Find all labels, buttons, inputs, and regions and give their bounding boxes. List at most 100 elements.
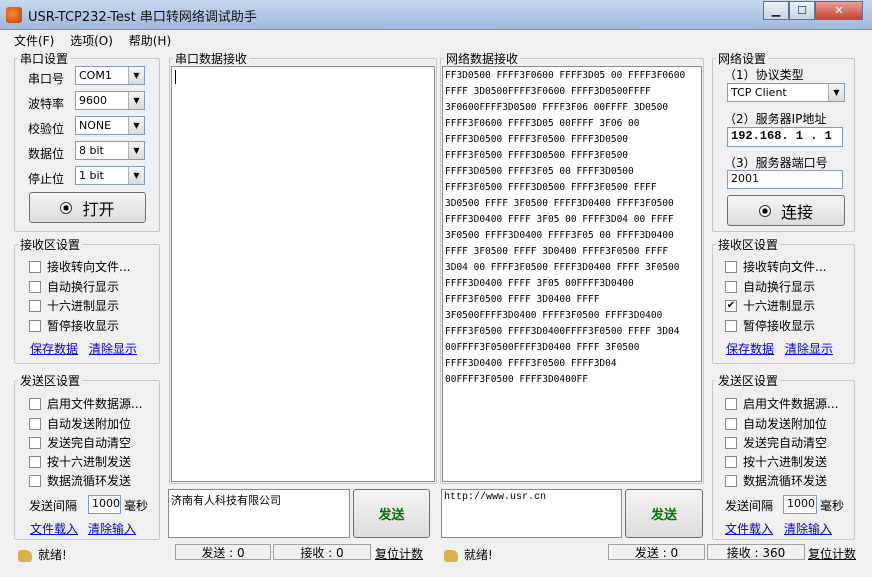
right-append-bits-checkbox[interactable]: 自动发送附加位 xyxy=(725,415,827,432)
right-hex-display-checkbox[interactable]: ✔ 十六进制显示 xyxy=(725,297,815,314)
checkbox-label: 十六进制显示 xyxy=(743,299,816,313)
right-file-source-checkbox[interactable]: 启用文件数据源... xyxy=(725,395,838,412)
right-pause-display-checkbox[interactable]: 暂停接收显示 xyxy=(725,317,815,334)
stop-bits-label: 停止位 xyxy=(28,172,65,186)
serial-recv-textarea[interactable] xyxy=(171,66,435,482)
net-recv-textarea[interactable]: FF3D0500 FFFF3F0600 FFFF3D05 00 FFFF3F06… xyxy=(442,66,702,482)
serial-send-button[interactable]: 发送 xyxy=(353,489,430,538)
left-append-bits-checkbox[interactable]: 自动发送附加位 xyxy=(29,415,131,432)
net-send-textarea[interactable]: http://www.usr.cn xyxy=(441,489,622,538)
checkbox-box xyxy=(725,474,737,487)
checkbox-box xyxy=(29,474,41,487)
right-clear-input-link[interactable]: 清除输入 xyxy=(784,520,832,537)
left-interval-input[interactable]: 1000 xyxy=(88,495,121,514)
right-auto-clear-checkbox[interactable]: 发送完自动清空 xyxy=(725,434,827,451)
protocol-value: TCP Client xyxy=(731,86,787,99)
checkbox-box xyxy=(725,319,737,332)
left-save-data-link[interactable]: 保存数据 xyxy=(30,340,78,357)
checkbox-box xyxy=(29,319,41,332)
checkbox-box xyxy=(725,417,737,430)
server-port-label: （3）服务器端口号 xyxy=(724,156,828,170)
connect-button[interactable]: 连接 xyxy=(727,195,845,226)
right-reset-count-link[interactable]: 复位计数 xyxy=(808,545,856,562)
serial-port-value: COM1 xyxy=(79,69,112,82)
checkbox-label: 发送完自动清空 xyxy=(743,436,828,450)
chevron-down-icon: ▼ xyxy=(128,117,144,134)
right-recv-settings-title: 接收区设置 xyxy=(718,238,779,252)
chevron-down-icon: ▼ xyxy=(128,92,144,109)
right-loop-send-checkbox[interactable]: 数据流循环发送 xyxy=(725,472,827,489)
net-send-button[interactable]: 发送 xyxy=(625,489,703,538)
server-port-input[interactable]: 2001 xyxy=(727,170,843,189)
right-interval-input[interactable]: 1000 xyxy=(783,495,817,514)
left-pause-display-checkbox[interactable]: 暂停接收显示 xyxy=(29,317,119,334)
checkbox-box xyxy=(29,455,41,468)
right-interval-label: 发送间隔 xyxy=(725,499,774,513)
text-cursor xyxy=(175,70,176,84)
baud-rate-select[interactable]: 9600 ▼ xyxy=(75,91,145,110)
chevron-down-icon: ▼ xyxy=(128,167,144,184)
hand-icon xyxy=(444,549,458,562)
server-ip-label: （2）服务器IP地址 xyxy=(724,112,827,126)
checkbox-label: 十六进制显示 xyxy=(47,299,120,313)
radio-dot-icon xyxy=(60,201,73,214)
title-bar: USR-TCP232-Test 串口转网络调试助手 ▁ ☐ ✕ xyxy=(0,0,872,30)
left-file-load-link[interactable]: 文件载入 xyxy=(30,520,78,537)
checkbox-box xyxy=(29,260,41,273)
checkbox-label: 数据流循环发送 xyxy=(47,474,132,488)
data-bits-select[interactable]: 8 bit ▼ xyxy=(75,141,145,160)
parity-select[interactable]: NONE ▼ xyxy=(75,116,145,135)
maximize-button[interactable]: ☐ xyxy=(789,1,815,20)
minimize-button[interactable]: ▁ xyxy=(763,1,789,20)
serial-send-textarea[interactable]: 济南有人科技有限公司 xyxy=(168,489,350,538)
menu-help[interactable]: 帮助(H) xyxy=(123,30,177,51)
right-auto-wrap-checkbox[interactable]: 自动换行显示 xyxy=(725,278,815,295)
left-sent-count: 发送 : 0 xyxy=(175,544,271,560)
chevron-down-icon: ▼ xyxy=(828,84,844,101)
left-clear-display-link[interactable]: 清除显示 xyxy=(89,340,137,357)
left-hex-send-checkbox[interactable]: 按十六进制发送 xyxy=(29,453,131,470)
menu-options[interactable]: 选项(O) xyxy=(64,30,119,51)
radio-dot-icon xyxy=(758,204,771,217)
checkbox-box xyxy=(29,299,41,312)
right-file-load-link[interactable]: 文件载入 xyxy=(725,520,773,537)
right-hex-send-checkbox[interactable]: 按十六进制发送 xyxy=(725,453,827,470)
checkbox-box xyxy=(725,260,737,273)
app-icon xyxy=(6,7,22,23)
left-auto-wrap-checkbox[interactable]: 自动换行显示 xyxy=(29,278,119,295)
left-recv-to-file-checkbox[interactable]: 接收转向文件... xyxy=(29,258,130,275)
data-bits-label: 数据位 xyxy=(28,147,65,161)
parity-value: NONE xyxy=(79,119,112,132)
checkbox-label: 暂停接收显示 xyxy=(47,319,120,333)
checkbox-box xyxy=(29,436,41,449)
close-button[interactable]: ✕ xyxy=(815,1,863,20)
checkbox-label: 按十六进制发送 xyxy=(743,455,828,469)
serial-settings-title: 串口设置 xyxy=(20,52,69,66)
left-file-source-checkbox[interactable]: 启用文件数据源... xyxy=(29,395,142,412)
serial-recv-title: 串口数据接收 xyxy=(175,52,248,66)
left-ready-text: 就绪! xyxy=(38,548,67,562)
menu-file[interactable]: 文件(F) xyxy=(8,30,60,51)
left-clear-input-link[interactable]: 清除输入 xyxy=(88,520,136,537)
left-auto-clear-checkbox[interactable]: 发送完自动清空 xyxy=(29,434,131,451)
checkbox-box xyxy=(725,455,737,468)
server-ip-input[interactable]: 192.168. 1 . 1 xyxy=(727,127,843,147)
protocol-select[interactable]: TCP Client ▼ xyxy=(727,83,845,102)
serial-port-select[interactable]: COM1 ▼ xyxy=(75,66,145,85)
left-loop-send-checkbox[interactable]: 数据流循环发送 xyxy=(29,472,131,489)
right-save-data-link[interactable]: 保存数据 xyxy=(726,340,774,357)
checkbox-label: 按十六进制发送 xyxy=(47,455,132,469)
left-status-ready: 就绪! xyxy=(18,546,67,563)
stop-bits-select[interactable]: 1 bit ▼ xyxy=(75,166,145,185)
right-recv-to-file-checkbox[interactable]: 接收转向文件... xyxy=(725,258,826,275)
checkbox-label: 发送完自动清空 xyxy=(47,436,132,450)
right-clear-display-link[interactable]: 清除显示 xyxy=(785,340,833,357)
left-recv-settings-title: 接收区设置 xyxy=(20,238,81,252)
left-hex-display-checkbox[interactable]: 十六进制显示 xyxy=(29,297,119,314)
checkbox-box xyxy=(29,280,41,293)
left-reset-count-link[interactable]: 复位计数 xyxy=(375,545,423,562)
checkbox-box xyxy=(725,280,737,293)
open-port-label: 打开 xyxy=(82,199,115,219)
open-port-button[interactable]: 打开 xyxy=(29,192,146,223)
checkbox-label: 自动发送附加位 xyxy=(47,417,132,431)
